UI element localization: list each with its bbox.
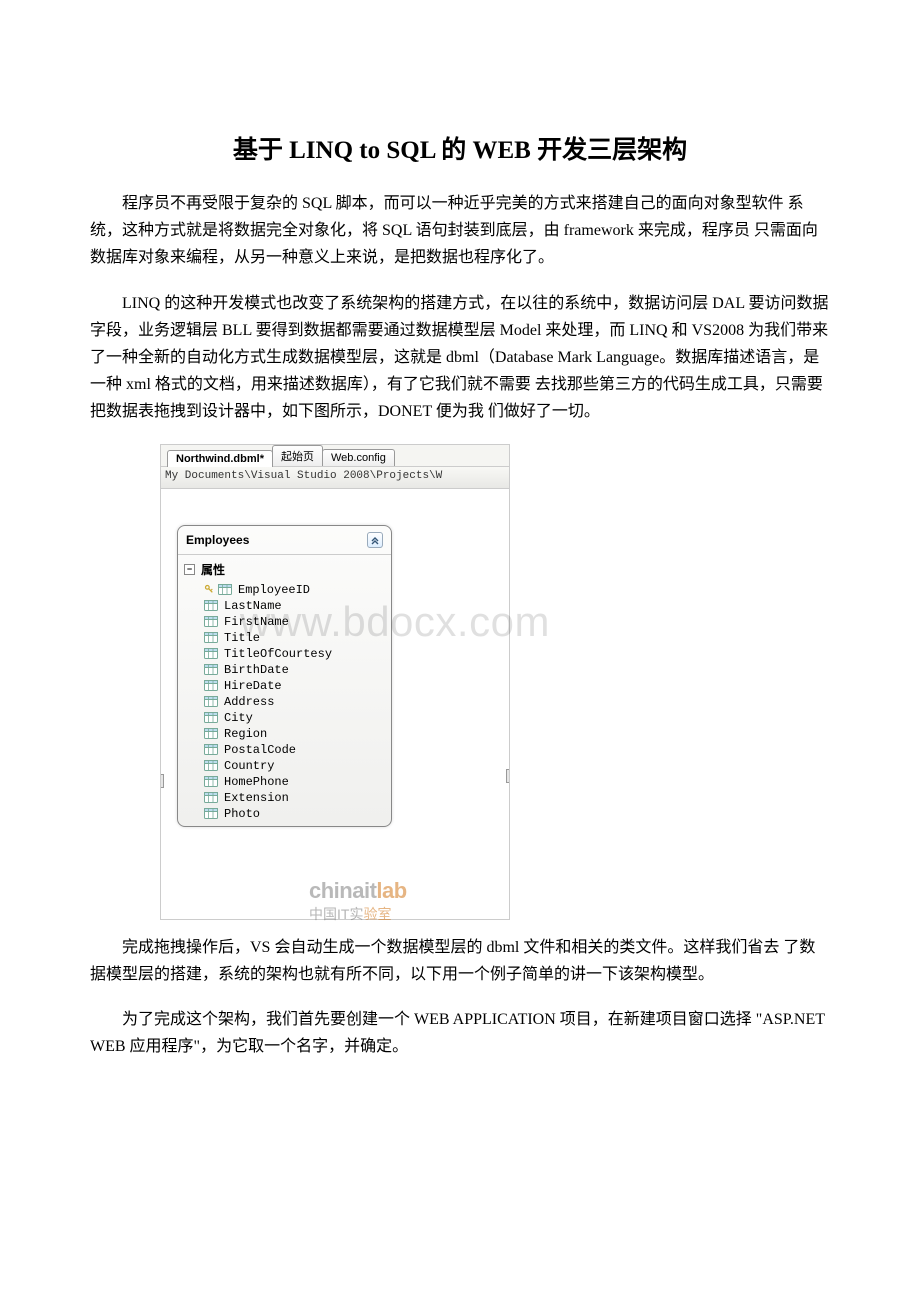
section-label: 属性	[201, 561, 225, 578]
paragraph-2: LINQ 的这种开发模式也改变了系统架构的搭建方式，在以往的系统中，数据访问层 …	[90, 290, 830, 426]
field-row[interactable]: City	[184, 710, 387, 726]
field-row[interactable]: FirstName	[184, 614, 387, 630]
field-label: Title	[224, 631, 260, 645]
scroll-handle-right[interactable]	[506, 769, 509, 783]
field-icon	[204, 792, 218, 804]
field-label: FirstName	[224, 615, 289, 629]
tab-start-page[interactable]: 起始页	[272, 445, 323, 466]
entity-name: Employees	[186, 533, 249, 547]
field-row[interactable]: BirthDate	[184, 662, 387, 678]
field-icon	[204, 744, 218, 756]
field-row[interactable]: EmployeeID	[184, 582, 387, 598]
field-row[interactable]: TitleOfCourtesy	[184, 646, 387, 662]
paragraph-1: 程序员不再受限于复杂的 SQL 脚本，而可以一种近乎完美的方式来搭建自己的面向对…	[90, 190, 830, 272]
field-icon	[204, 712, 218, 724]
designer-screenshot: Northwind.dbml* 起始页 Web.config My Docume…	[160, 444, 510, 920]
field-row[interactable]: Extension	[184, 790, 387, 806]
field-icon	[204, 664, 218, 676]
field-label: EmployeeID	[238, 583, 310, 597]
field-label: HireDate	[224, 679, 282, 693]
entity-header[interactable]: Employees	[178, 526, 391, 555]
field-icon	[204, 616, 218, 628]
field-row[interactable]: HomePhone	[184, 774, 387, 790]
field-row[interactable]: Title	[184, 630, 387, 646]
collapse-icon[interactable]	[367, 532, 383, 548]
field-label: Extension	[224, 791, 289, 805]
field-icon	[204, 696, 218, 708]
field-label: Country	[224, 759, 274, 773]
field-icon	[204, 808, 218, 820]
entity-properties-section: − 属性 EmployeeID LastName FirstName Title Tit…	[178, 555, 391, 826]
field-icon	[204, 648, 218, 660]
page-title: 基于 LINQ to SQL 的 WEB 开发三层架构	[90, 130, 830, 166]
field-label: Photo	[224, 807, 260, 821]
field-label: Region	[224, 727, 267, 741]
field-row[interactable]: Photo	[184, 806, 387, 822]
section-header[interactable]: − 属性	[184, 559, 387, 580]
field-label: TitleOfCourtesy	[224, 647, 332, 661]
field-row[interactable]: PostalCode	[184, 742, 387, 758]
field-label: Address	[224, 695, 274, 709]
field-row[interactable]: Region	[184, 726, 387, 742]
key-icon	[204, 584, 216, 596]
field-label: City	[224, 711, 253, 725]
field-label: LastName	[224, 599, 282, 613]
breadcrumb-path: My Documents\Visual Studio 2008\Projects…	[161, 467, 509, 489]
scroll-handle-left[interactable]	[161, 774, 164, 788]
field-label: HomePhone	[224, 775, 289, 789]
field-icon	[204, 728, 218, 740]
tab-northwind-dbml[interactable]: Northwind.dbml*	[167, 450, 273, 467]
editor-tabs: Northwind.dbml* 起始页 Web.config	[161, 445, 509, 467]
field-row[interactable]: Country	[184, 758, 387, 774]
field-row[interactable]: Address	[184, 694, 387, 710]
tab-web-config[interactable]: Web.config	[322, 449, 395, 466]
field-label: PostalCode	[224, 743, 296, 757]
entity-employees[interactable]: Employees − 属性 EmployeeID LastName FirstNa…	[177, 525, 392, 827]
field-icon	[204, 600, 218, 612]
field-icon	[204, 760, 218, 772]
minus-icon[interactable]: −	[184, 564, 195, 575]
field-icon	[204, 680, 218, 692]
designer-surface[interactable]: Employees − 属性 EmployeeID LastName FirstNa…	[161, 489, 509, 919]
field-icon	[218, 584, 232, 596]
field-row[interactable]: LastName	[184, 598, 387, 614]
field-row[interactable]: HireDate	[184, 678, 387, 694]
field-icon	[204, 632, 218, 644]
field-icon	[204, 776, 218, 788]
paragraph-3: 完成拖拽操作后，VS 会自动生成一个数据模型层的 dbml 文件和相关的类文件。…	[90, 934, 830, 988]
field-label: BirthDate	[224, 663, 289, 677]
paragraph-4: 为了完成这个架构，我们首先要创建一个 WEB APPLICATION 项目，在新…	[90, 1006, 830, 1060]
